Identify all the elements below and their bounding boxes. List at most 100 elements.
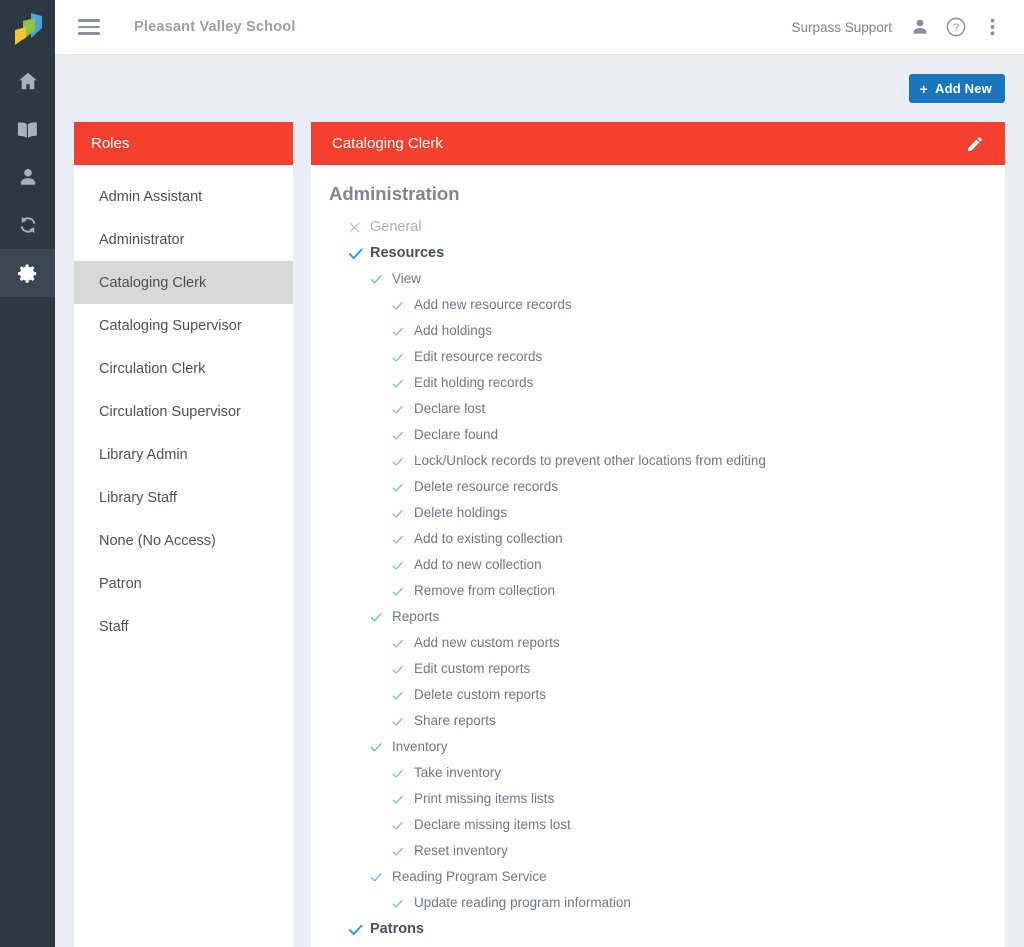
role-list-item-label: Administrator xyxy=(99,231,185,248)
check-icon xyxy=(392,483,403,492)
permission-node[interactable]: Print missing items lists xyxy=(311,786,1005,812)
permission-granted-mark[interactable] xyxy=(391,897,410,910)
permission-node[interactable]: Reports xyxy=(311,604,1005,630)
permission-granted-mark[interactable] xyxy=(391,351,410,364)
permission-node-label: Add new resource records xyxy=(414,297,572,313)
permission-node[interactable]: Resources xyxy=(311,240,1005,266)
permission-node[interactable]: Edit custom reports xyxy=(311,656,1005,682)
permission-granted-mark[interactable] xyxy=(391,299,410,312)
add-new-button[interactable]: + Add New xyxy=(908,74,1005,103)
permission-granted-mark[interactable] xyxy=(391,481,410,494)
permission-node[interactable]: Reset inventory xyxy=(311,838,1005,864)
permission-node[interactable]: Declare missing items lost xyxy=(311,812,1005,838)
role-list-item[interactable]: None (No Access) xyxy=(74,519,293,562)
permission-node[interactable]: Lock/Unlock records to prevent other loc… xyxy=(311,448,1005,474)
permission-node[interactable]: Edit holding records xyxy=(311,370,1005,396)
permission-node[interactable]: Add to existing collection xyxy=(311,526,1005,552)
role-list-item[interactable]: Cataloging Supervisor xyxy=(74,304,293,347)
permission-granted-mark[interactable] xyxy=(391,845,410,858)
permission-granted-mark[interactable] xyxy=(391,793,410,806)
permission-granted-mark[interactable] xyxy=(369,272,388,286)
permission-node[interactable]: Delete holdings xyxy=(311,500,1005,526)
permission-node[interactable]: Delete resource records xyxy=(311,474,1005,500)
permission-granted-mark[interactable] xyxy=(391,637,410,650)
permission-granted-mark[interactable] xyxy=(391,689,410,702)
permission-granted-mark[interactable] xyxy=(369,610,388,624)
permission-node[interactable]: Take inventory xyxy=(311,760,1005,786)
permission-node[interactable]: Remove from collection xyxy=(311,578,1005,604)
rail-item-home[interactable] xyxy=(0,57,55,105)
permission-node-label: Reports xyxy=(392,609,440,625)
role-list-item[interactable]: Cataloging Clerk xyxy=(74,261,293,304)
permission-granted-mark[interactable] xyxy=(391,403,410,416)
top-bar: Pleasant Valley School Surpass Support ? xyxy=(55,0,1024,55)
permission-granted-mark[interactable] xyxy=(369,870,388,884)
overflow-menu-button[interactable] xyxy=(974,7,1010,47)
role-detail-panel: Cataloging Clerk Administration General R… xyxy=(311,122,1005,947)
permission-node[interactable]: Inventory xyxy=(311,734,1005,760)
permission-node[interactable]: Edit resource records xyxy=(311,344,1005,370)
roles-panel-header: Roles xyxy=(74,122,293,165)
content-area: + Add New Roles Admin Assistant Administr… xyxy=(55,55,1024,947)
permission-node[interactable]: Add to new collection xyxy=(311,552,1005,578)
permission-granted-mark[interactable] xyxy=(391,585,410,598)
permission-node[interactable]: Declare found xyxy=(311,422,1005,448)
permission-granted-mark[interactable] xyxy=(391,507,410,520)
rail-item-patrons[interactable] xyxy=(0,153,55,201)
permission-node[interactable]: Update reading program information xyxy=(311,890,1005,916)
permission-granted-mark[interactable] xyxy=(391,767,410,780)
permission-node[interactable]: View xyxy=(311,266,1005,292)
permission-node[interactable]: Share reports xyxy=(311,708,1005,734)
person-icon xyxy=(20,169,35,185)
permission-node[interactable]: Add new custom reports xyxy=(311,630,1005,656)
permission-node[interactable]: Declare lost xyxy=(311,396,1005,422)
permission-granted-mark[interactable] xyxy=(347,921,366,938)
permission-node-label: Delete custom reports xyxy=(414,687,547,703)
check-icon xyxy=(392,561,403,570)
hamburger-icon[interactable] xyxy=(78,19,100,35)
check-icon xyxy=(392,405,403,414)
check-icon xyxy=(392,587,403,596)
permission-granted-mark[interactable] xyxy=(391,559,410,572)
permission-denied-mark[interactable] xyxy=(347,220,366,235)
permission-granted-mark[interactable] xyxy=(391,377,410,390)
permission-granted-mark[interactable] xyxy=(391,715,410,728)
permissions-tree: Administration General Resources View Add n… xyxy=(311,165,1005,947)
role-list-item[interactable]: Library Staff xyxy=(74,476,293,519)
surpass-logo[interactable] xyxy=(0,2,55,57)
role-list-item[interactable]: Admin Assistant xyxy=(74,175,293,218)
role-list-item[interactable]: Circulation Supervisor xyxy=(74,390,293,433)
permission-node[interactable]: Delete custom reports xyxy=(311,682,1005,708)
role-list-item[interactable]: Patron xyxy=(74,562,293,605)
permission-granted-mark[interactable] xyxy=(391,663,410,676)
rail-item-settings[interactable] xyxy=(0,249,55,297)
permission-granted-mark[interactable] xyxy=(347,245,366,262)
permission-node[interactable]: General xyxy=(311,214,1005,240)
role-list-item[interactable]: Administrator xyxy=(74,218,293,261)
permission-granted-mark[interactable] xyxy=(391,455,410,468)
user-account-button[interactable] xyxy=(902,7,938,47)
role-list-item[interactable]: Library Admin xyxy=(74,433,293,476)
edit-role-button[interactable] xyxy=(963,132,987,156)
check-icon xyxy=(370,873,382,882)
roles-panel-title: Roles xyxy=(91,135,130,152)
permission-node-label: Declare missing items lost xyxy=(414,817,571,833)
role-list-item-label: Patron xyxy=(99,575,142,592)
permission-granted-mark[interactable] xyxy=(391,819,410,832)
role-list-item[interactable]: Staff xyxy=(74,605,293,648)
permission-granted-mark[interactable] xyxy=(391,429,410,442)
permission-node-label: Inventory xyxy=(392,739,448,755)
permission-node[interactable]: Patrons xyxy=(311,916,1005,942)
role-list-item-label: Library Staff xyxy=(99,489,177,506)
permission-granted-mark[interactable] xyxy=(391,325,410,338)
rail-item-circulation[interactable] xyxy=(0,201,55,249)
help-button[interactable]: ? xyxy=(938,7,974,47)
role-detail-title: Cataloging Clerk xyxy=(332,135,443,152)
permission-node[interactable]: Reading Program Service xyxy=(311,864,1005,890)
permission-node[interactable]: Add holdings xyxy=(311,318,1005,344)
rail-item-catalog[interactable] xyxy=(0,105,55,153)
permission-granted-mark[interactable] xyxy=(369,740,388,754)
role-list-item[interactable]: Circulation Clerk xyxy=(74,347,293,390)
permission-granted-mark[interactable] xyxy=(391,533,410,546)
permission-node[interactable]: Add new resource records xyxy=(311,292,1005,318)
